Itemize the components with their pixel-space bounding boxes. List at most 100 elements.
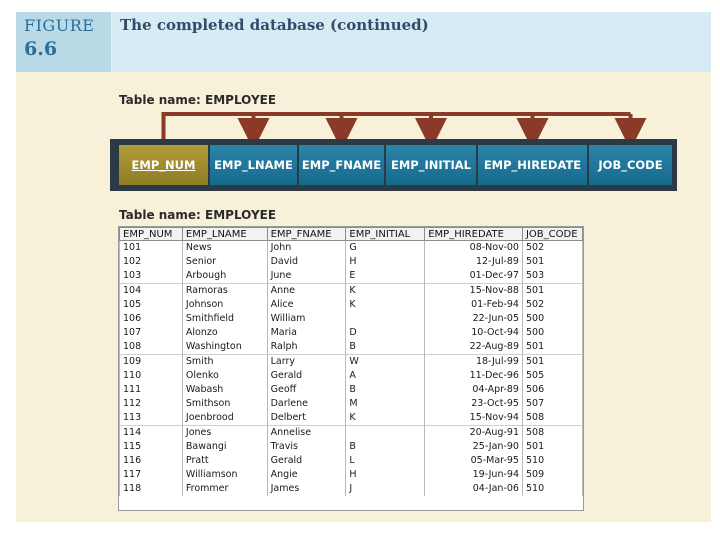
- table-cell: 503: [521, 269, 584, 284]
- table-cell: K: [345, 283, 426, 298]
- table-cell: Washington: [181, 340, 268, 355]
- table-cell: H: [345, 255, 426, 269]
- table-cell: A: [345, 369, 426, 383]
- table-row: 111 Wabash Geoff B 04-Apr-89 506: [119, 383, 584, 397]
- table-cell: 109: [119, 354, 183, 369]
- column-header: EMP_HIREDATE: [424, 227, 523, 241]
- figure-word: FIGURE: [24, 16, 95, 35]
- table-cell: 502: [521, 298, 584, 312]
- table-cell: 15-Nov-94: [424, 411, 523, 426]
- table-cell: Travis: [266, 440, 347, 454]
- table-cell: 115: [119, 440, 183, 454]
- table-cell: Olenko: [181, 369, 268, 383]
- table-cell: 113: [119, 411, 183, 426]
- table-cell: Geoff: [266, 383, 347, 397]
- table-cell: Ralph: [266, 340, 347, 355]
- table-cell: B: [345, 340, 426, 355]
- table-row: 101 News John G 08-Nov-00 502: [119, 240, 584, 255]
- table-cell: William: [266, 312, 347, 326]
- table-cell: 01-Dec-97: [424, 269, 523, 284]
- table-cell: 501: [521, 354, 584, 369]
- table-row: 113 Joenbrood Delbert K 15-Nov-94 508: [119, 411, 584, 426]
- table-cell: K: [345, 298, 426, 312]
- table-row: 105 Johnson Alice K 01-Feb-94 502: [119, 298, 584, 312]
- table-cell: David: [266, 255, 347, 269]
- table-cell: B: [345, 440, 426, 454]
- table-cell: 08-Nov-00: [424, 240, 523, 255]
- table-cell: H: [345, 468, 426, 482]
- table-cell: 105: [119, 298, 183, 312]
- table-cell: June: [266, 269, 347, 284]
- table-cell: 501: [521, 255, 584, 269]
- table-cell: D: [345, 326, 426, 340]
- table-cell: 103: [119, 269, 183, 284]
- table-cell: 12-Jul-89: [424, 255, 523, 269]
- table-cell: 114: [119, 425, 183, 440]
- table-row: 103 Arbough June E 01-Dec-97 503: [119, 269, 584, 284]
- table-cell: E: [345, 269, 426, 284]
- data-table-label: Table name: EMPLOYEE: [119, 208, 277, 222]
- table-cell: Smith: [181, 354, 268, 369]
- column-header: EMP_INITIAL: [345, 227, 426, 241]
- table-cell: Johnson: [181, 298, 268, 312]
- table-cell: Gerald: [266, 454, 347, 468]
- schema-table-label: Table name: EMPLOYEE: [119, 93, 277, 107]
- table-cell: W: [345, 354, 426, 369]
- table-cell: 23-Oct-95: [424, 397, 523, 411]
- table-cell: Ramoras: [181, 283, 268, 298]
- schema-column-emp-lname: EMP_LNAME: [210, 145, 297, 185]
- table-cell: 506: [521, 383, 584, 397]
- table-cell: 508: [521, 411, 584, 426]
- table-cell: 117: [119, 468, 183, 482]
- table-cell: 18-Jul-99: [424, 354, 523, 369]
- table-cell: Delbert: [266, 411, 347, 426]
- table-row: 114 Jones Annelise 20-Aug-91 508: [119, 425, 584, 440]
- table-cell: 108: [119, 340, 183, 355]
- table-cell: Maria: [266, 326, 347, 340]
- table-cell: Alonzo: [181, 326, 268, 340]
- figure-tab: FIGURE 6.6: [16, 12, 112, 72]
- column-header: EMP_LNAME: [181, 227, 268, 241]
- column-header: EMP_NUM: [119, 227, 183, 241]
- table-row: 112 Smithson Darlene M 23-Oct-95 507: [119, 397, 584, 411]
- table-cell: 22-Aug-89: [424, 340, 523, 355]
- table-cell: News: [181, 240, 268, 255]
- table-cell: 501: [521, 340, 584, 355]
- schema-column-emp-num: EMP_NUM: [119, 145, 208, 185]
- table-row: 109 Smith Larry W 18-Jul-99 501: [119, 354, 584, 369]
- table-cell: 15-Nov-88: [424, 283, 523, 298]
- schema-column-emp-initial: EMP_INITIAL: [386, 145, 476, 185]
- table-cell: [345, 425, 426, 440]
- table-cell: 19-Jun-94: [424, 468, 523, 482]
- table-cell: Darlene: [266, 397, 347, 411]
- table-cell: 01-Feb-94: [424, 298, 523, 312]
- table-cell: John: [266, 240, 347, 255]
- table-cell: 101: [119, 240, 183, 255]
- table-cell: 508: [521, 425, 584, 440]
- table-cell: 05-Mar-95: [424, 454, 523, 468]
- table-row: 117 Williamson Angie H 19-Jun-94 509: [119, 468, 584, 482]
- table-cell: Wabash: [181, 383, 268, 397]
- table-cell: Gerald: [266, 369, 347, 383]
- table-cell: Jones: [181, 425, 268, 440]
- table-row: 108 Washington Ralph B 22-Aug-89 501: [119, 340, 584, 355]
- figure-title: The completed database (continued): [120, 16, 429, 34]
- table-cell: 102: [119, 255, 183, 269]
- table-cell: J: [345, 482, 426, 496]
- table-cell: 04-Jan-06: [424, 482, 523, 496]
- table-cell: Larry: [266, 354, 347, 369]
- table-cell: G: [345, 240, 426, 255]
- table-cell: 11-Dec-96: [424, 369, 523, 383]
- table-cell: 04-Apr-89: [424, 383, 523, 397]
- table-row: 110 Olenko Gerald A 11-Dec-96 505: [119, 369, 584, 383]
- table-cell: Anne: [266, 283, 347, 298]
- table-cell: Smithfield: [181, 312, 268, 326]
- table-cell: Bawangi: [181, 440, 268, 454]
- table-cell: Frommer: [181, 482, 268, 496]
- table-row: 118 Frommer James J 04-Jan-06 510: [119, 482, 584, 496]
- table-cell: Joenbrood: [181, 411, 268, 426]
- table-row: 115 Bawangi Travis B 25-Jan-90 501: [119, 440, 584, 454]
- table-cell: Alice: [266, 298, 347, 312]
- table-cell: Williamson: [181, 468, 268, 482]
- table-cell: 10-Oct-94: [424, 326, 523, 340]
